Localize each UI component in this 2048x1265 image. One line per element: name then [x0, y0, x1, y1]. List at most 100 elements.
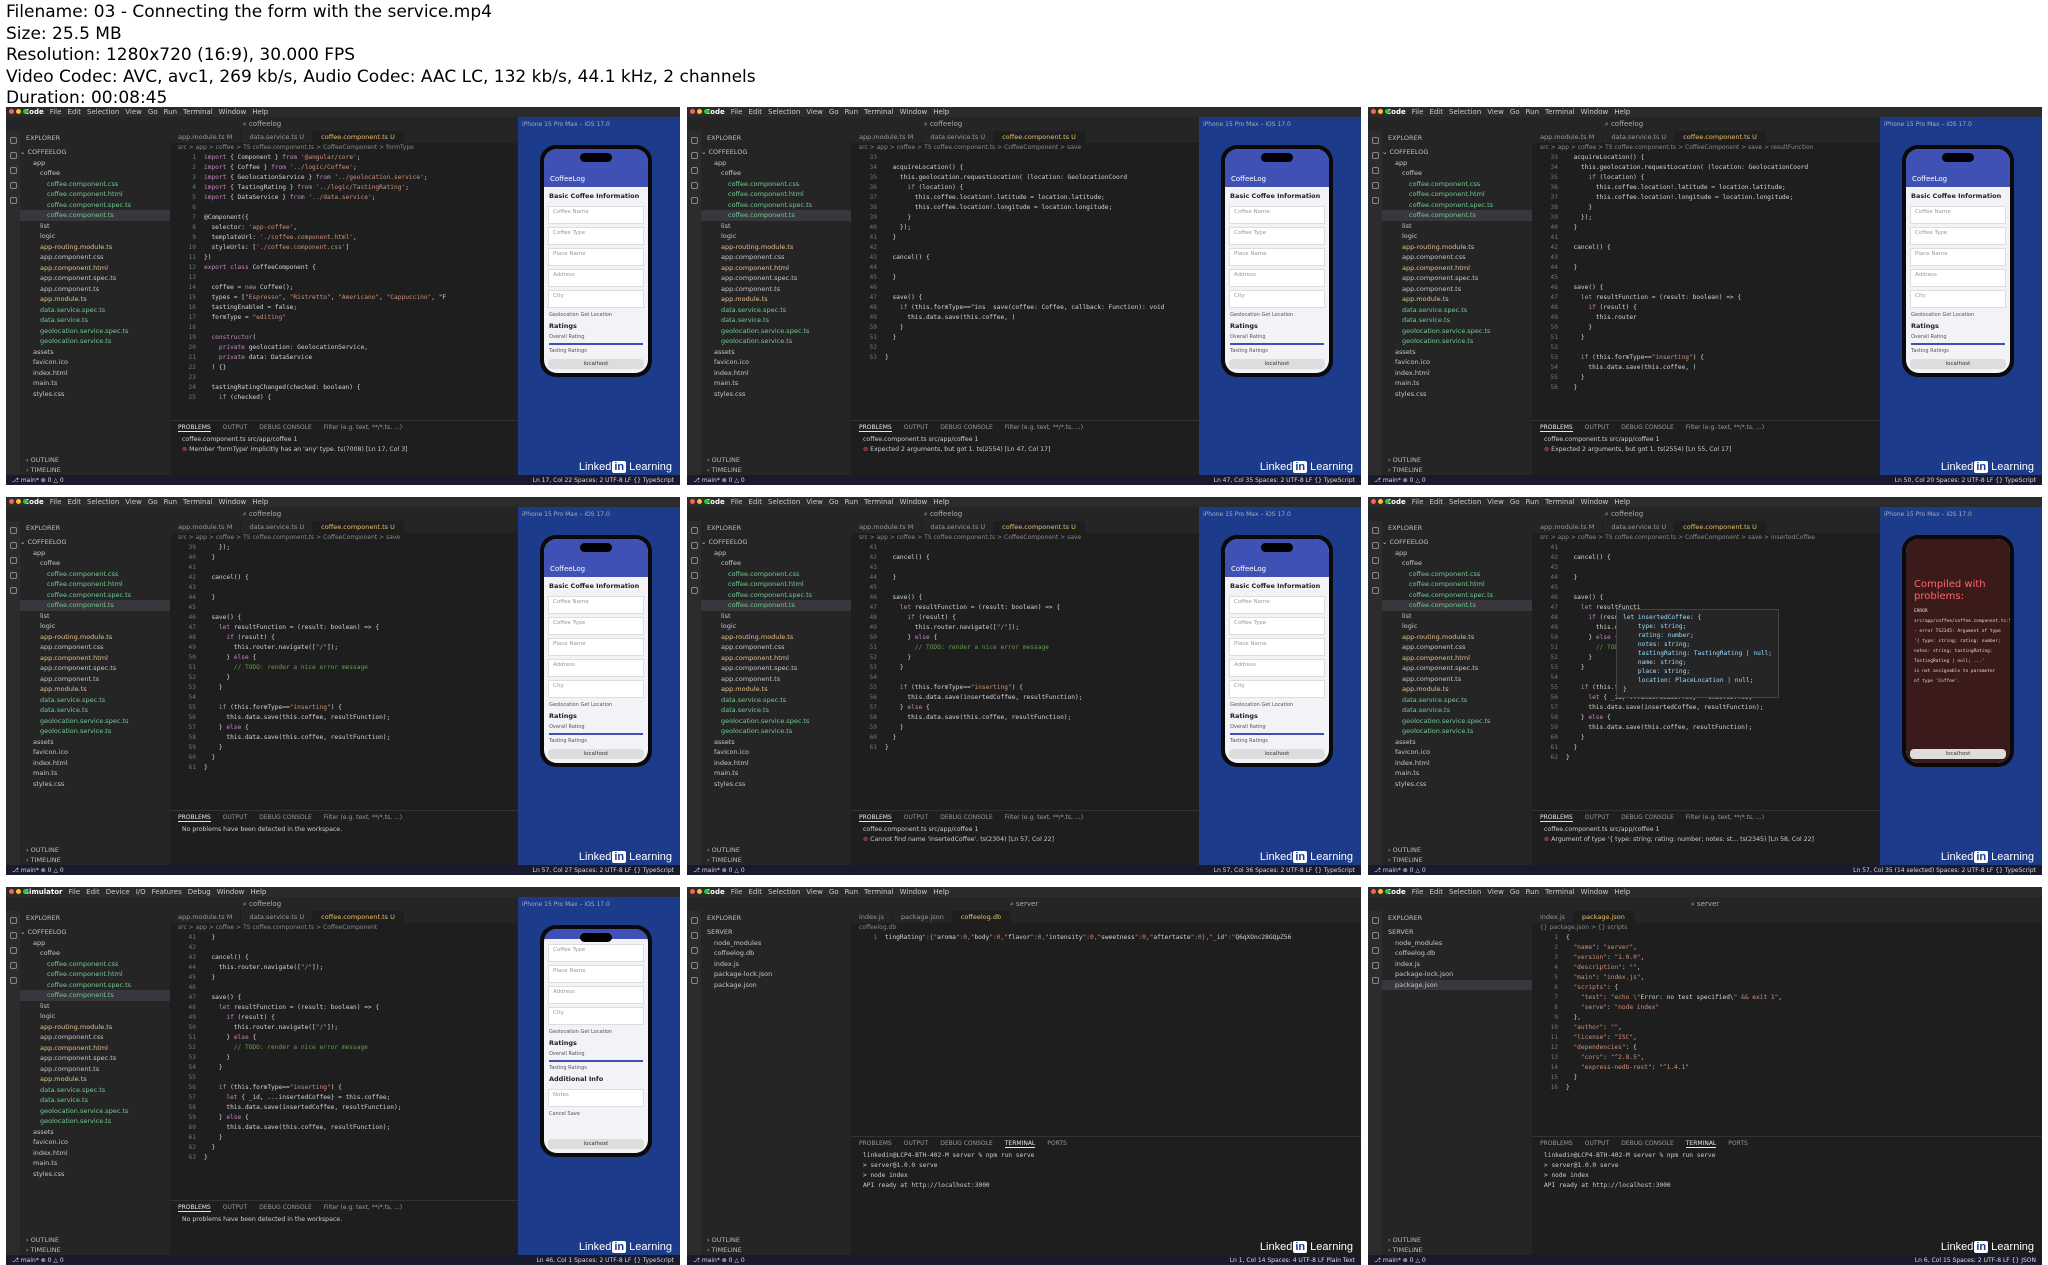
menu-item[interactable]: View [1487, 887, 1504, 897]
menu-item[interactable]: Window [1581, 107, 1609, 117]
explorer-item[interactable]: coffee.component.spec.ts [701, 590, 851, 601]
menu-item[interactable]: Run [1526, 107, 1539, 117]
menu-item[interactable]: Edit [67, 107, 81, 117]
rating-slider[interactable] [1230, 343, 1324, 345]
command-center[interactable]: ⌕ coffeelog [6, 897, 518, 911]
url-bar[interactable]: localhost [1910, 359, 2006, 369]
panel-tab[interactable]: OUTPUT [1585, 424, 1609, 432]
phone-screen[interactable]: CoffeeLog Basic Coffee Information Coffee … [544, 149, 648, 373]
explorer-item[interactable]: logic [20, 621, 170, 632]
explorer-item[interactable]: index.html [20, 758, 170, 769]
menu-item[interactable]: Window [219, 107, 247, 117]
minimize-light-icon[interactable] [16, 109, 21, 114]
explorer-item[interactable]: coffee.component.spec.ts [20, 980, 170, 991]
explorer-item[interactable]: geolocation.service.ts [701, 726, 851, 737]
explorer-item[interactable]: index.js [701, 959, 851, 970]
explorer-item[interactable]: app.component.spec.ts [20, 273, 170, 284]
panel-tab[interactable]: DEBUG CONSOLE [940, 814, 993, 822]
explorer-item[interactable]: app.component.css [701, 252, 851, 263]
zoom-light-icon[interactable] [1385, 109, 1390, 114]
menu-item[interactable]: Help [1614, 107, 1630, 117]
explorer-item[interactable]: app.component.html [1382, 653, 1532, 664]
menu-item[interactable]: Window [219, 497, 247, 507]
code-lines[interactable]: 1 tingRating":{"aroma":0,"body":0,"flavor… [851, 933, 1361, 1135]
explorer-item[interactable]: coffeelog.db [1382, 948, 1532, 959]
geolocation-row[interactable]: Geolocation Get Location [1906, 311, 2010, 319]
editor-tab[interactable]: coffee.component.ts U [313, 911, 404, 923]
menu-item[interactable]: Window [900, 107, 928, 117]
menu-item[interactable]: Selection [768, 887, 800, 897]
zoom-light-icon[interactable] [23, 889, 28, 894]
menu-item[interactable]: Go [1510, 887, 1520, 897]
explorer-item[interactable]: app.component.spec.ts [1382, 663, 1532, 674]
explorer-item[interactable]: app-routing.module.ts [1382, 632, 1532, 643]
panel-tab[interactable]: PROBLEMS [1540, 424, 1573, 432]
panel-tab[interactable]: DEBUG CONSOLE [259, 424, 312, 432]
explorer-item[interactable]: assets [701, 347, 851, 358]
explorer-item[interactable]: app-routing.module.ts [701, 632, 851, 643]
menu-item[interactable]: Edit [67, 497, 81, 507]
extensions-icon[interactable] [9, 197, 17, 204]
menu-item[interactable]: Terminal [1545, 887, 1575, 897]
explorer-item[interactable]: styles.css [701, 779, 851, 790]
explorer-item[interactable]: coffee.component.html [20, 189, 170, 200]
command-center[interactable]: ⌕ server [1368, 897, 2042, 911]
form-field[interactable]: Address [1229, 659, 1325, 677]
explorer-item[interactable]: app.component.html [701, 653, 851, 664]
outline-header[interactable]: › OUTLINE [1382, 455, 1532, 465]
outline-header[interactable]: › OUTLINE [20, 845, 170, 855]
explorer-item[interactable]: geolocation.service.spec.ts [20, 1106, 170, 1117]
menu-item[interactable]: View [125, 107, 142, 117]
close-light-icon[interactable] [690, 499, 695, 504]
menu-item[interactable]: Go [1510, 107, 1520, 117]
menu-item[interactable]: Edit [86, 887, 100, 897]
close-light-icon[interactable] [1371, 889, 1376, 894]
form-field[interactable]: City [548, 290, 644, 308]
menu-item[interactable]: Selection [1449, 107, 1481, 117]
menu-item[interactable]: Terminal [864, 107, 894, 117]
files-icon[interactable] [690, 527, 698, 534]
explorer-item[interactable]: coffee [1382, 168, 1532, 179]
minimize-light-icon[interactable] [1378, 499, 1383, 504]
menu-item[interactable]: Window [900, 887, 928, 897]
panel-tab[interactable]: PROBLEMS [178, 424, 211, 432]
tasting-toggle[interactable]: Tasting Ratings [1225, 347, 1329, 355]
explorer-item[interactable]: coffee [20, 558, 170, 569]
problems-filter[interactable]: Filter (e.g. text, **/*.ts, ...) [324, 814, 402, 822]
files-icon[interactable] [9, 527, 17, 534]
menu-item[interactable]: Help [1614, 887, 1630, 897]
branch-indicator[interactable]: ⎇ main* ⊗ 0 △ 0 [693, 477, 745, 484]
menu-item[interactable]: View [806, 887, 823, 897]
editor-tab[interactable]: data.service.ts U [922, 521, 995, 533]
timeline-header[interactable]: › TIMELINE [701, 855, 851, 865]
problems-filter[interactable]: Filter (e.g. text, **/*.ts, ...) [324, 1204, 402, 1212]
explorer-item[interactable]: data.service.spec.ts [1382, 305, 1532, 316]
explorer-item[interactable]: coffee.component.css [1382, 179, 1532, 190]
code-lines[interactable]: 41 42 cancel() {43 44 } 45 46 save() {47 let… [851, 543, 1199, 807]
zoom-light-icon[interactable] [23, 109, 28, 114]
geolocation-row[interactable]: Geolocation Get Location [544, 311, 648, 319]
source-control-icon[interactable] [9, 947, 17, 954]
panel-tab[interactable]: OUTPUT [904, 424, 928, 432]
form-field[interactable]: City [548, 680, 644, 698]
explorer-item[interactable]: index.html [20, 1148, 170, 1159]
explorer-item[interactable]: logic [1382, 621, 1532, 632]
menu-item[interactable]: Debug [188, 887, 211, 897]
menu-item[interactable]: Selection [87, 497, 119, 507]
explorer-item[interactable]: data.service.ts [20, 1095, 170, 1106]
explorer-item[interactable]: app.component.ts [701, 674, 851, 685]
menu-item[interactable]: File [50, 107, 62, 117]
search-icon[interactable] [1371, 932, 1379, 939]
extensions-icon[interactable] [690, 587, 698, 594]
panel-tab[interactable]: OUTPUT [223, 424, 247, 432]
explorer-item[interactable]: geolocation.service.spec.ts [1382, 326, 1532, 337]
tasting-toggle[interactable]: Tasting Ratings [1225, 737, 1329, 745]
branch-indicator[interactable]: ⎇ main* ⊗ 0 △ 0 [693, 867, 745, 874]
editor-tab[interactable]: app.module.ts M [851, 131, 923, 143]
problem-message[interactable]: ⊗ Cannot find name 'insertedCoffee'. ts(… [851, 835, 1199, 845]
explorer-item[interactable]: app [1382, 158, 1532, 169]
explorer-item[interactable]: app.component.ts [20, 1064, 170, 1075]
explorer-item[interactable]: data.service.ts [701, 705, 851, 716]
explorer-item[interactable]: coffee [701, 558, 851, 569]
menu-item[interactable]: Selection [1449, 887, 1481, 897]
